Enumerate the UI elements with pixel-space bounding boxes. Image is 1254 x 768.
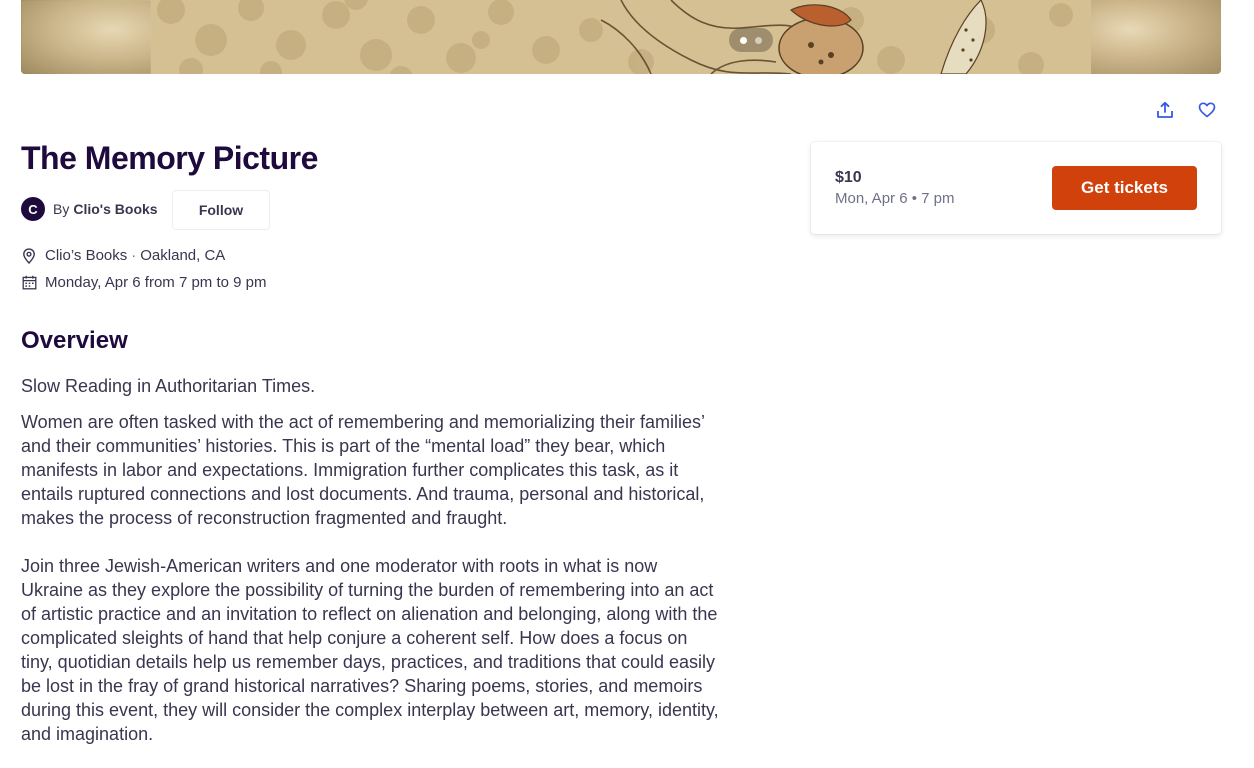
ticket-card: $10 Mon, Apr 6 • 7 pm Get tickets xyxy=(811,142,1221,234)
location-row: Clio’s Books · Oakland, CA xyxy=(21,247,225,264)
event-summary: Slow Reading in Authoritarian Times. xyxy=(21,376,316,396)
organizer-info: C By Clio's Books xyxy=(21,188,158,230)
map-pin-icon xyxy=(21,247,37,264)
by-label: By xyxy=(53,201,70,217)
heart-outline-icon xyxy=(1198,102,1216,118)
overview-paragraph-2: Join three Jewish-American writers and o… xyxy=(21,556,719,744)
hero-blur-right xyxy=(1091,0,1221,74)
calendar-icon xyxy=(21,275,37,291)
event-datetime: Monday, Apr 6 from 7 pm to 9 pm xyxy=(45,274,267,291)
like-button[interactable] xyxy=(1193,96,1221,124)
venue-city: Oakland, CA xyxy=(140,247,226,264)
get-tickets-button[interactable]: Get tickets xyxy=(1052,166,1197,210)
overview-paragraph-1: Women are often tasked with the act of r… xyxy=(21,412,705,528)
hero-image xyxy=(151,0,1091,74)
organizer-name-link[interactable]: Clio's Books xyxy=(73,201,157,217)
carousel-dots[interactable] xyxy=(729,28,773,52)
carousel-dot-1[interactable] xyxy=(740,36,747,44)
venue-name[interactable]: Clio’s Books xyxy=(45,247,127,264)
ticket-price: $10 xyxy=(835,169,862,186)
location-separator: · xyxy=(131,247,137,264)
share-button[interactable] xyxy=(1151,96,1179,124)
carousel-dot-2[interactable] xyxy=(755,36,762,44)
avatar: C xyxy=(21,197,45,221)
follow-button[interactable]: Follow xyxy=(172,190,270,230)
hero-carousel[interactable] xyxy=(21,0,1221,74)
overview-heading: Overview xyxy=(21,327,128,354)
ticket-date: Mon, Apr 6 • 7 pm xyxy=(835,190,955,207)
date-row: Monday, Apr 6 from 7 pm to 9 pm xyxy=(21,274,266,291)
share-upload-icon xyxy=(1157,101,1173,118)
event-title: The Memory Picture xyxy=(21,140,318,176)
hero-blur-left xyxy=(21,0,151,74)
